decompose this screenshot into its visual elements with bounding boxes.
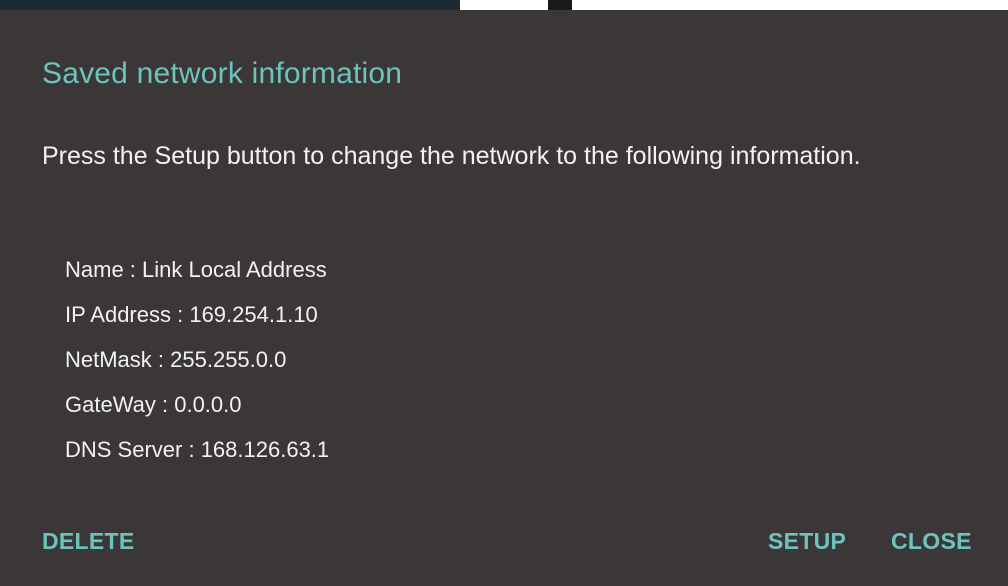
background-app-dark-region [0,0,460,10]
network-gateway: GateWay : 0.0.0.0 [65,392,242,417]
network-ip-address: IP Address : 169.254.1.10 [65,302,318,327]
network-dns-server: DNS Server : 168.126.63.1 [65,437,330,462]
setup-button[interactable]: SETUP [768,528,846,555]
network-name: Name : Link Local Address [65,257,327,282]
close-button[interactable]: CLOSE [891,528,972,555]
background-app-dark-block [548,0,572,10]
dialog-message: Press the Setup button to change the net… [42,142,861,170]
dialog-title: Saved network information [42,57,403,90]
network-info-list: Name : Link Local Address IP Address : 1… [65,256,329,481]
network-netmask: NetMask : 255.255.0.0 [65,347,287,372]
delete-button[interactable]: DELETE [42,528,135,555]
saved-network-dialog: Saved network information Press the Setu… [0,10,1008,586]
